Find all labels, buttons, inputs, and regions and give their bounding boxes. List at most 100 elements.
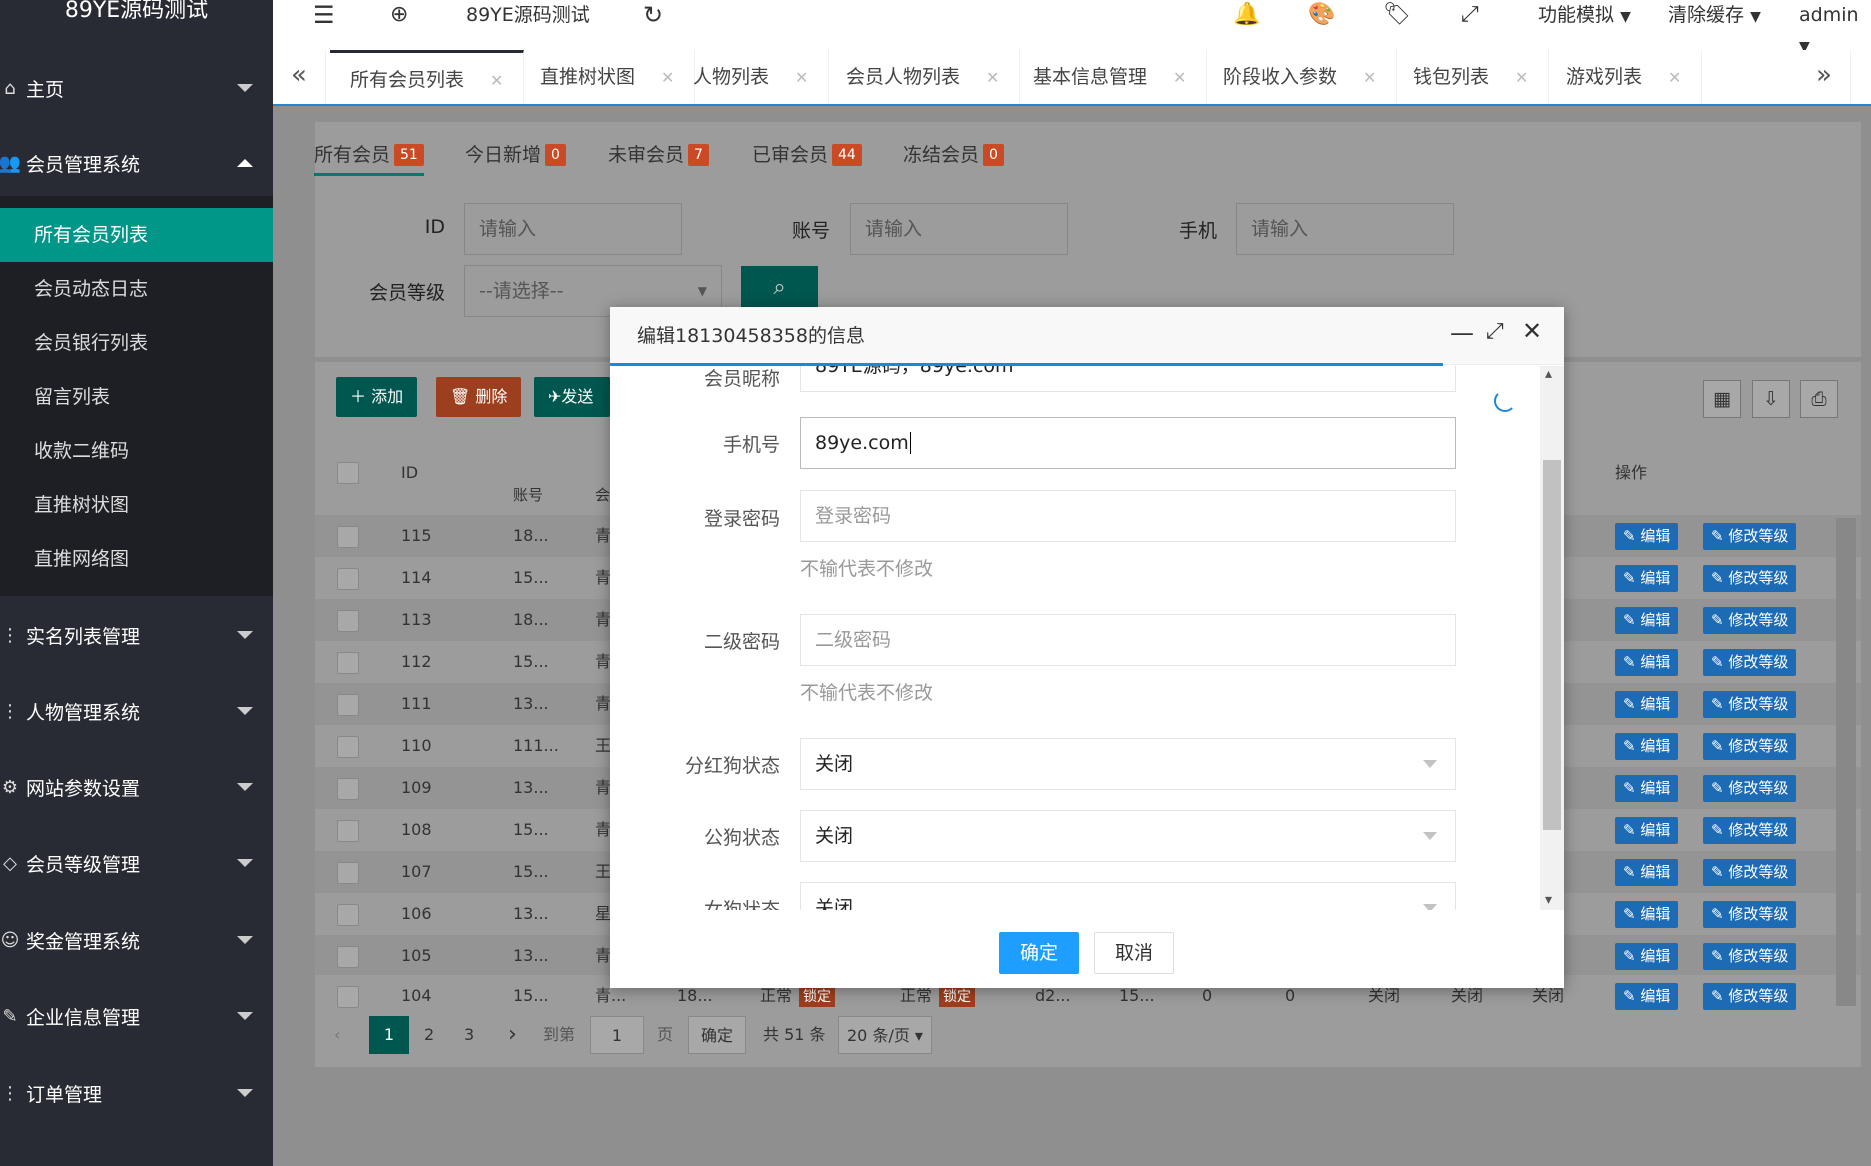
modify-level-button[interactable]: ✎ 修改等级 bbox=[1703, 691, 1797, 718]
tab-stage-income[interactable]: 阶段收入参数 ✕ bbox=[1203, 50, 1398, 104]
phone-input[interactable]: 89ye.com bbox=[800, 417, 1456, 469]
sub-qrcode[interactable]: 收款二维码 bbox=[0, 424, 273, 478]
modify-level-button[interactable]: ✎ 修改等级 bbox=[1703, 859, 1797, 886]
modify-level-button[interactable]: ✎ 修改等级 bbox=[1703, 901, 1797, 928]
dialog-scrollbar[interactable]: ▴ ▾ bbox=[1540, 366, 1564, 910]
nav-home[interactable]: ⌂ 主页 bbox=[0, 58, 273, 118]
nickname-input[interactable]: 89YE源码，89ye.com bbox=[800, 366, 1456, 392]
tab-basic-info[interactable]: 基本信息管理 ✕ bbox=[1013, 50, 1208, 104]
table-scrollbar[interactable] bbox=[1836, 518, 1856, 1006]
filter-id-input[interactable]: 请输入 bbox=[464, 203, 682, 255]
filter-phone-input[interactable]: 请输入 bbox=[1236, 203, 1454, 255]
edit-button[interactable]: ✎ 编辑 bbox=[1615, 859, 1679, 886]
nav-bonus[interactable]: ☺ 奖金管理系统 bbox=[0, 910, 273, 970]
close-icon[interactable]: ✕ bbox=[1173, 68, 1186, 87]
maximize-icon[interactable]: ⤢ bbox=[1486, 319, 1504, 344]
ctab-today[interactable]: 今日新增 0 bbox=[465, 140, 566, 176]
modify-level-button[interactable]: ✎ 修改等级 bbox=[1703, 523, 1797, 550]
select-all-checkbox[interactable] bbox=[337, 462, 359, 484]
edit-button[interactable]: ✎ 编辑 bbox=[1615, 691, 1679, 718]
fullscreen-icon[interactable]: ⤢ bbox=[1461, 0, 1479, 32]
sub-member-bank[interactable]: 会员银行列表 bbox=[0, 316, 273, 370]
delete-button[interactable]: 🗑 删除 bbox=[436, 377, 522, 417]
prev-page-icon[interactable]: ‹ bbox=[334, 1016, 340, 1054]
tab-characters[interactable]: 人物列表 ✕ bbox=[673, 50, 830, 104]
tag-icon[interactable]: 🏷 bbox=[1383, 0, 1411, 32]
sub-member-log[interactable]: 会员动态日志 bbox=[0, 262, 273, 316]
row-checkbox[interactable] bbox=[337, 986, 359, 1008]
sub-messages[interactable]: 留言列表 bbox=[0, 370, 273, 424]
site-title[interactable]: 89YE源码测试 bbox=[466, 0, 590, 32]
tab-member-characters[interactable]: 会员人物列表 ✕ bbox=[826, 50, 1021, 104]
nav-realname[interactable]: ⋮ 实名列表管理 bbox=[0, 605, 273, 665]
row-checkbox[interactable] bbox=[337, 526, 359, 548]
bell-icon[interactable]: 🔔 bbox=[1233, 0, 1260, 32]
tab-wallet[interactable]: 钱包列表 ✕ bbox=[1393, 50, 1550, 104]
row-checkbox[interactable] bbox=[337, 694, 359, 716]
sub-all-members[interactable]: 所有会员列表 bbox=[0, 208, 273, 262]
tab-tree[interactable]: 直推树状图 ✕ bbox=[520, 50, 696, 104]
per-page-select[interactable]: 20 条/页 ▾ bbox=[838, 1016, 932, 1054]
nav-character[interactable]: ⋮ 人物管理系统 bbox=[0, 681, 273, 741]
scroll-down-icon[interactable]: ▾ bbox=[1545, 892, 1552, 908]
next-page-icon[interactable]: › bbox=[508, 1016, 517, 1054]
page-1[interactable]: 1 bbox=[369, 1016, 409, 1054]
modify-level-button[interactable]: ✎ 修改等级 bbox=[1703, 943, 1797, 970]
modify-level-button[interactable]: ✎ 修改等级 bbox=[1703, 775, 1797, 802]
close-icon[interactable]: ✕ bbox=[795, 68, 808, 87]
edit-button[interactable]: ✎ 编辑 bbox=[1615, 733, 1679, 760]
row-checkbox[interactable] bbox=[337, 610, 359, 632]
minimize-icon[interactable]: — bbox=[1450, 319, 1474, 347]
modify-level-button[interactable]: ✎ 修改等级 bbox=[1703, 733, 1797, 760]
close-icon[interactable]: ✕ bbox=[1515, 68, 1528, 87]
globe-icon[interactable]: ⊕ bbox=[390, 0, 408, 32]
edit-button[interactable]: ✎ 编辑 bbox=[1615, 649, 1679, 676]
edit-button[interactable]: ✎ 编辑 bbox=[1615, 523, 1679, 550]
male-status-select[interactable]: 关闭 bbox=[800, 810, 1456, 862]
modify-level-button[interactable]: ✎ 修改等级 bbox=[1703, 607, 1797, 634]
nav-orders[interactable]: ⋮ 订单管理 bbox=[0, 1063, 273, 1123]
close-icon[interactable]: ✕ bbox=[1522, 317, 1542, 345]
filter-account-input[interactable]: 请输入 bbox=[850, 203, 1068, 255]
second-password-input[interactable]: 二级密码 bbox=[800, 614, 1456, 666]
page-3[interactable]: 3 bbox=[464, 1016, 474, 1054]
edit-button[interactable]: ✎ 编辑 bbox=[1615, 901, 1679, 928]
send-button[interactable]: ✈发送 bbox=[534, 377, 610, 417]
row-checkbox[interactable] bbox=[337, 946, 359, 968]
row-checkbox[interactable] bbox=[337, 862, 359, 884]
menu-toggle-icon[interactable]: ☰ bbox=[313, 0, 335, 32]
modify-level-button[interactable]: ✎ 修改等级 bbox=[1703, 649, 1797, 676]
user-menu[interactable]: admin ▼ bbox=[1799, 0, 1871, 55]
edit-button[interactable]: ✎ 编辑 bbox=[1615, 943, 1679, 970]
print-icon[interactable]: ⎙ bbox=[1800, 380, 1838, 418]
login-password-input[interactable]: 登录密码 bbox=[800, 490, 1456, 542]
export-icon[interactable]: ⇩ bbox=[1752, 380, 1790, 418]
nav-member-system[interactable]: 👥 会员管理系统 bbox=[0, 133, 273, 193]
func-sim-menu[interactable]: 功能模拟 ▼ bbox=[1538, 0, 1631, 32]
nav-site-settings[interactable]: ⚙ 网站参数设置 bbox=[0, 757, 273, 817]
modify-level-button[interactable]: ✎ 修改等级 bbox=[1703, 565, 1797, 592]
edit-button[interactable]: ✎ 编辑 bbox=[1615, 607, 1679, 634]
tab-all-members[interactable]: 所有会员列表 ✕ bbox=[330, 50, 525, 104]
scroll-thumb[interactable] bbox=[1543, 460, 1561, 830]
sub-network[interactable]: 直推网络图 bbox=[0, 532, 273, 586]
scroll-up-icon[interactable]: ▴ bbox=[1545, 366, 1552, 382]
edit-button[interactable]: ✎ 编辑 bbox=[1615, 983, 1679, 1010]
edit-button[interactable]: ✎ 编辑 bbox=[1615, 775, 1679, 802]
close-icon[interactable]: ✕ bbox=[1363, 68, 1376, 87]
page-input[interactable]: 1 bbox=[590, 1016, 644, 1054]
row-checkbox[interactable] bbox=[337, 568, 359, 590]
ctab-reviewed[interactable]: 已审会员 44 bbox=[752, 140, 862, 176]
tabs-scroll-right-icon[interactable]: » bbox=[1798, 50, 1851, 104]
row-checkbox[interactable] bbox=[337, 736, 359, 758]
columns-icon[interactable]: ▦ bbox=[1703, 380, 1741, 418]
ctab-frozen[interactable]: 冻结会员 0 bbox=[903, 140, 1004, 176]
page-2[interactable]: 2 bbox=[424, 1016, 434, 1054]
tab-games[interactable]: 游戏列表 ✕ bbox=[1546, 50, 1703, 104]
edit-button[interactable]: ✎ 编辑 bbox=[1615, 817, 1679, 844]
modify-level-button[interactable]: ✎ 修改等级 bbox=[1703, 983, 1797, 1010]
clear-cache-menu[interactable]: 清除缓存 ▼ bbox=[1668, 0, 1761, 32]
row-checkbox[interactable] bbox=[337, 652, 359, 674]
close-icon[interactable]: ✕ bbox=[490, 71, 503, 90]
close-icon[interactable]: ✕ bbox=[986, 68, 999, 87]
